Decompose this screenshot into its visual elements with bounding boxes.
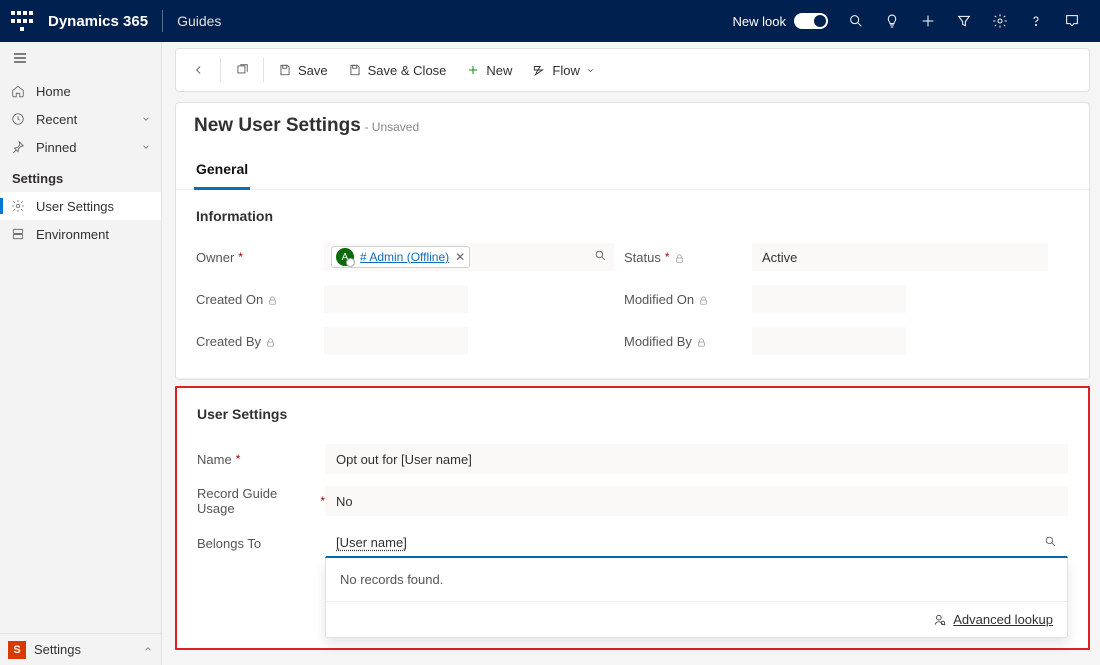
- area-letter: S: [8, 641, 26, 659]
- search-icon[interactable]: [838, 0, 874, 42]
- chevron-down-icon: [141, 140, 151, 155]
- name-label: Name: [197, 452, 232, 467]
- nav-user-settings[interactable]: User Settings: [0, 192, 161, 220]
- flow-button[interactable]: Flow: [522, 57, 604, 84]
- help-icon[interactable]: [1018, 0, 1054, 42]
- app-launcher-icon[interactable]: [10, 9, 34, 33]
- tab-general[interactable]: General: [194, 155, 250, 190]
- avatar: A: [336, 248, 354, 266]
- belongs-to-label: Belongs To: [197, 536, 261, 551]
- status-label: Status: [624, 250, 661, 265]
- save-button[interactable]: Save: [268, 57, 338, 84]
- command-bar: Save Save & Close New Flow: [175, 48, 1090, 92]
- page-subtitle: - Unsaved: [364, 120, 419, 134]
- required-icon: *: [236, 452, 241, 466]
- new-look-toggle[interactable]: [794, 13, 828, 29]
- nav-home[interactable]: Home: [0, 77, 161, 105]
- nav-environment[interactable]: Environment: [0, 220, 161, 248]
- section-user-settings-title: User Settings: [197, 406, 1068, 422]
- modified-on-value: [752, 285, 906, 313]
- chevron-down-icon: [141, 112, 151, 127]
- lookup-flyout: No records found. Advanced lookup: [325, 558, 1068, 638]
- owner-label: Owner: [196, 250, 234, 265]
- brand-name: Dynamics 365: [48, 13, 148, 30]
- lock-icon: [267, 294, 278, 305]
- new-label: New: [486, 63, 512, 78]
- name-field[interactable]: Opt out for [User name]: [325, 444, 1068, 474]
- lock-icon: [698, 294, 709, 305]
- nav-recent[interactable]: Recent: [0, 105, 161, 133]
- save-close-button[interactable]: Save & Close: [338, 57, 457, 84]
- area-switcher[interactable]: S Settings: [0, 633, 161, 665]
- server-icon: [10, 226, 26, 242]
- back-button[interactable]: [182, 57, 216, 83]
- open-in-new-window-button[interactable]: [225, 57, 259, 83]
- chevron-up-icon: [143, 642, 153, 657]
- lock-icon: [265, 336, 276, 347]
- area-label: Settings: [34, 642, 81, 657]
- search-icon[interactable]: [594, 249, 607, 265]
- nav-pinned-label: Pinned: [36, 140, 76, 155]
- nav-user-settings-label: User Settings: [36, 199, 114, 214]
- save-label: Save: [298, 63, 328, 78]
- save-close-label: Save & Close: [368, 63, 447, 78]
- nav-environment-label: Environment: [36, 227, 109, 242]
- advanced-lookup-button[interactable]: Advanced lookup: [933, 612, 1053, 627]
- required-icon: *: [665, 250, 670, 264]
- gear-icon[interactable]: [982, 0, 1018, 42]
- belongs-to-lookup[interactable]: [User name]: [325, 528, 1068, 558]
- created-by-label: Created By: [196, 334, 261, 349]
- nav-group-settings: Settings: [0, 161, 161, 192]
- lock-icon: [674, 252, 685, 263]
- user-settings-section: User Settings Name * Opt out for [User na…: [175, 386, 1090, 650]
- modified-by-value: [752, 327, 906, 355]
- modified-on-label: Modified On: [624, 292, 694, 307]
- page-title: New User Settings: [194, 115, 361, 136]
- new-button[interactable]: New: [456, 57, 522, 84]
- record-usage-field[interactable]: No: [325, 486, 1068, 516]
- clock-icon: [10, 111, 26, 127]
- section-information-title: Information: [196, 208, 1069, 224]
- new-look-label: New look: [733, 14, 786, 29]
- owner-lookup[interactable]: A # Admin (Offline) ✕: [324, 243, 614, 271]
- remove-owner-icon[interactable]: ✕: [455, 250, 465, 264]
- separator: [220, 58, 221, 82]
- advanced-lookup-label: Advanced lookup: [953, 612, 1053, 627]
- nav-collapse-icon[interactable]: [0, 42, 161, 77]
- filter-icon[interactable]: [946, 0, 982, 42]
- record-usage-label: Record Guide Usage: [197, 486, 316, 516]
- lookup-no-records: No records found.: [326, 558, 1067, 602]
- add-icon[interactable]: [910, 0, 946, 42]
- home-icon: [10, 83, 26, 99]
- nav-home-label: Home: [36, 84, 71, 99]
- chevron-down-icon: [586, 63, 595, 78]
- gear-icon: [10, 198, 26, 214]
- owner-chip[interactable]: A # Admin (Offline) ✕: [331, 246, 470, 268]
- created-on-value: [324, 285, 468, 313]
- lock-icon: [696, 336, 707, 347]
- owner-link[interactable]: # Admin (Offline): [360, 250, 449, 264]
- brand-divider: [162, 10, 163, 32]
- required-icon: *: [238, 250, 243, 264]
- separator: [263, 58, 264, 82]
- status-value: Active: [752, 243, 1048, 271]
- created-by-value: [324, 327, 468, 355]
- search-icon[interactable]: [1044, 535, 1057, 551]
- app-name[interactable]: Guides: [177, 13, 221, 29]
- flow-label: Flow: [552, 63, 579, 78]
- lightbulb-icon[interactable]: [874, 0, 910, 42]
- nav-recent-label: Recent: [36, 112, 77, 127]
- modified-by-label: Modified By: [624, 334, 692, 349]
- tab-general-label: General: [196, 161, 248, 177]
- name-value: Opt out for [User name]: [336, 452, 472, 467]
- belongs-to-value: [User name]: [336, 535, 407, 550]
- record-usage-value: No: [336, 494, 353, 509]
- pin-icon: [10, 139, 26, 155]
- chat-icon[interactable]: [1054, 0, 1090, 42]
- nav-pinned[interactable]: Pinned: [0, 133, 161, 161]
- created-on-label: Created On: [196, 292, 263, 307]
